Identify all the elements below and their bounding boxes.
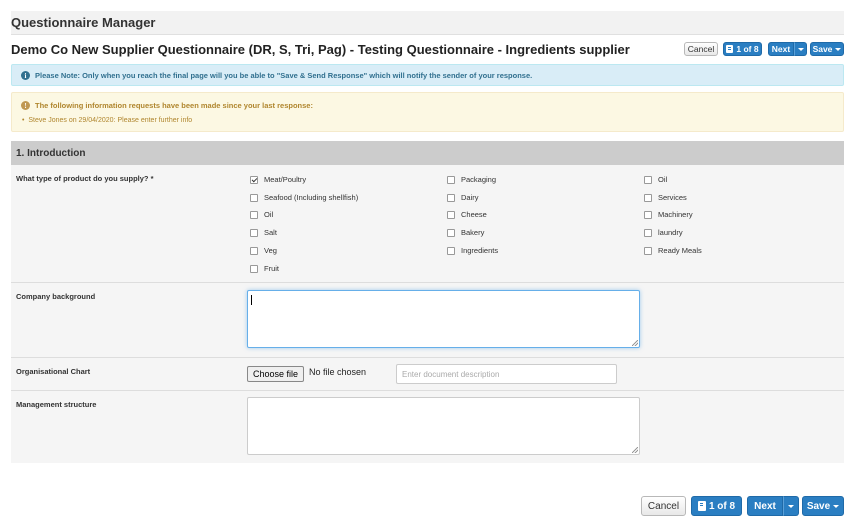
checkbox-ingredients[interactable]: Ingredients xyxy=(447,246,498,255)
warning-alert-heading: The following information requests have … xyxy=(35,101,313,110)
checkbox-bakery[interactable]: Bakery xyxy=(447,228,484,237)
book-icon xyxy=(697,501,706,511)
checkbox-services[interactable]: Services xyxy=(644,193,687,202)
question-label: What type of product do you supply? * xyxy=(16,174,154,183)
info-alert: i Please Note: Only when you reach the f… xyxy=(11,64,844,86)
question-label: Company background xyxy=(16,292,96,301)
checkbox[interactable] xyxy=(644,228,652,237)
cancel-button-bottom[interactable]: Cancel xyxy=(641,496,686,516)
info-alert-text: Please Note: Only when you reach the fin… xyxy=(35,71,533,80)
pager-label: 1 of 8 xyxy=(708,500,736,512)
checkbox-salt[interactable]: Salt xyxy=(250,228,277,237)
next-dropdown-top[interactable] xyxy=(794,42,807,56)
caret-down-icon xyxy=(788,504,794,508)
checkbox[interactable] xyxy=(447,175,455,184)
section-title: 1. Introduction xyxy=(16,148,86,159)
checkbox-oil-2[interactable]: Oil xyxy=(644,175,667,184)
question-label: Management structure xyxy=(16,400,97,409)
management-structure-textarea[interactable] xyxy=(247,397,640,455)
checkbox[interactable] xyxy=(250,264,258,273)
question-label: Organisational Chart xyxy=(16,367,91,376)
app-title: Questionnaire Manager xyxy=(11,15,156,30)
text-cursor xyxy=(251,295,252,305)
checkbox-veg[interactable]: Veg xyxy=(250,246,277,255)
next-button-bottom[interactable]: Next xyxy=(747,496,783,516)
checkbox[interactable] xyxy=(447,246,455,255)
checkbox[interactable] xyxy=(250,228,258,237)
checkbox[interactable] xyxy=(250,210,258,219)
checkbox-laundry[interactable]: laundry xyxy=(644,228,683,237)
checkbox-dairy[interactable]: Dairy xyxy=(447,193,479,202)
cancel-button-top[interactable]: Cancel xyxy=(684,42,718,56)
checkbox[interactable] xyxy=(644,246,652,255)
caret-down-icon xyxy=(833,504,840,508)
company-background-textarea[interactable] xyxy=(247,290,640,348)
save-label: Save xyxy=(806,500,831,512)
next-dropdown-bottom[interactable] xyxy=(783,496,799,516)
next-button-top[interactable]: Next xyxy=(768,42,794,56)
checkbox-seafood[interactable]: Seafood (Including shellfish) xyxy=(250,193,358,202)
checkbox-cheese[interactable]: Cheese xyxy=(447,210,487,219)
checkbox[interactable] xyxy=(644,175,652,184)
checkbox[interactable] xyxy=(644,210,652,219)
page-title: Demo Co New Supplier Questionnaire (DR, … xyxy=(11,42,630,57)
save-button-top[interactable]: Save xyxy=(810,42,844,56)
question-row-product-type: What type of product do you supply? * xyxy=(11,165,844,282)
book-icon xyxy=(726,45,734,53)
save-button-bottom[interactable]: Save xyxy=(802,496,844,516)
resize-handle[interactable] xyxy=(632,447,638,453)
checkbox-ready-meals[interactable]: Ready Meals xyxy=(644,246,702,255)
checkbox-packaging[interactable]: Packaging xyxy=(447,175,496,184)
resize-handle[interactable] xyxy=(632,340,638,346)
checkbox[interactable] xyxy=(250,246,258,255)
save-label: Save xyxy=(812,44,833,54)
checkbox[interactable] xyxy=(644,193,652,202)
checkbox-fruit[interactable]: Fruit xyxy=(250,264,279,273)
section-header: 1. Introduction xyxy=(11,141,844,165)
app-header: Questionnaire Manager xyxy=(11,11,844,35)
checkbox-meat-poultry[interactable]: Meat/Poultry xyxy=(250,175,306,184)
checkbox[interactable] xyxy=(447,228,455,237)
checkbox-oil[interactable]: Oil xyxy=(250,210,273,219)
info-circle-icon: i xyxy=(21,71,30,80)
checkbox[interactable] xyxy=(447,210,455,219)
caret-down-icon xyxy=(835,47,842,51)
checkbox[interactable] xyxy=(250,193,258,202)
warning-alert: ! The following information requests hav… xyxy=(11,92,844,132)
file-status: No file chosen xyxy=(309,367,367,377)
pager-button-bottom[interactable]: 1 of 8 xyxy=(691,496,742,516)
document-description-input[interactable]: Enter document description xyxy=(396,364,617,384)
caret-down-icon xyxy=(797,47,804,51)
pager-button-top[interactable]: 1 of 8 xyxy=(723,42,762,56)
choose-file-button[interactable]: Choose file xyxy=(247,366,304,382)
checkbox-machinery[interactable]: Machinery xyxy=(644,210,693,219)
warning-alert-item: • Steve Jones on 29/04/2020: Please ente… xyxy=(22,117,193,124)
pager-label: 1 of 8 xyxy=(736,44,759,54)
checkbox-checked[interactable] xyxy=(250,175,258,184)
checkbox[interactable] xyxy=(447,193,455,202)
exclamation-circle-icon: ! xyxy=(21,101,30,110)
